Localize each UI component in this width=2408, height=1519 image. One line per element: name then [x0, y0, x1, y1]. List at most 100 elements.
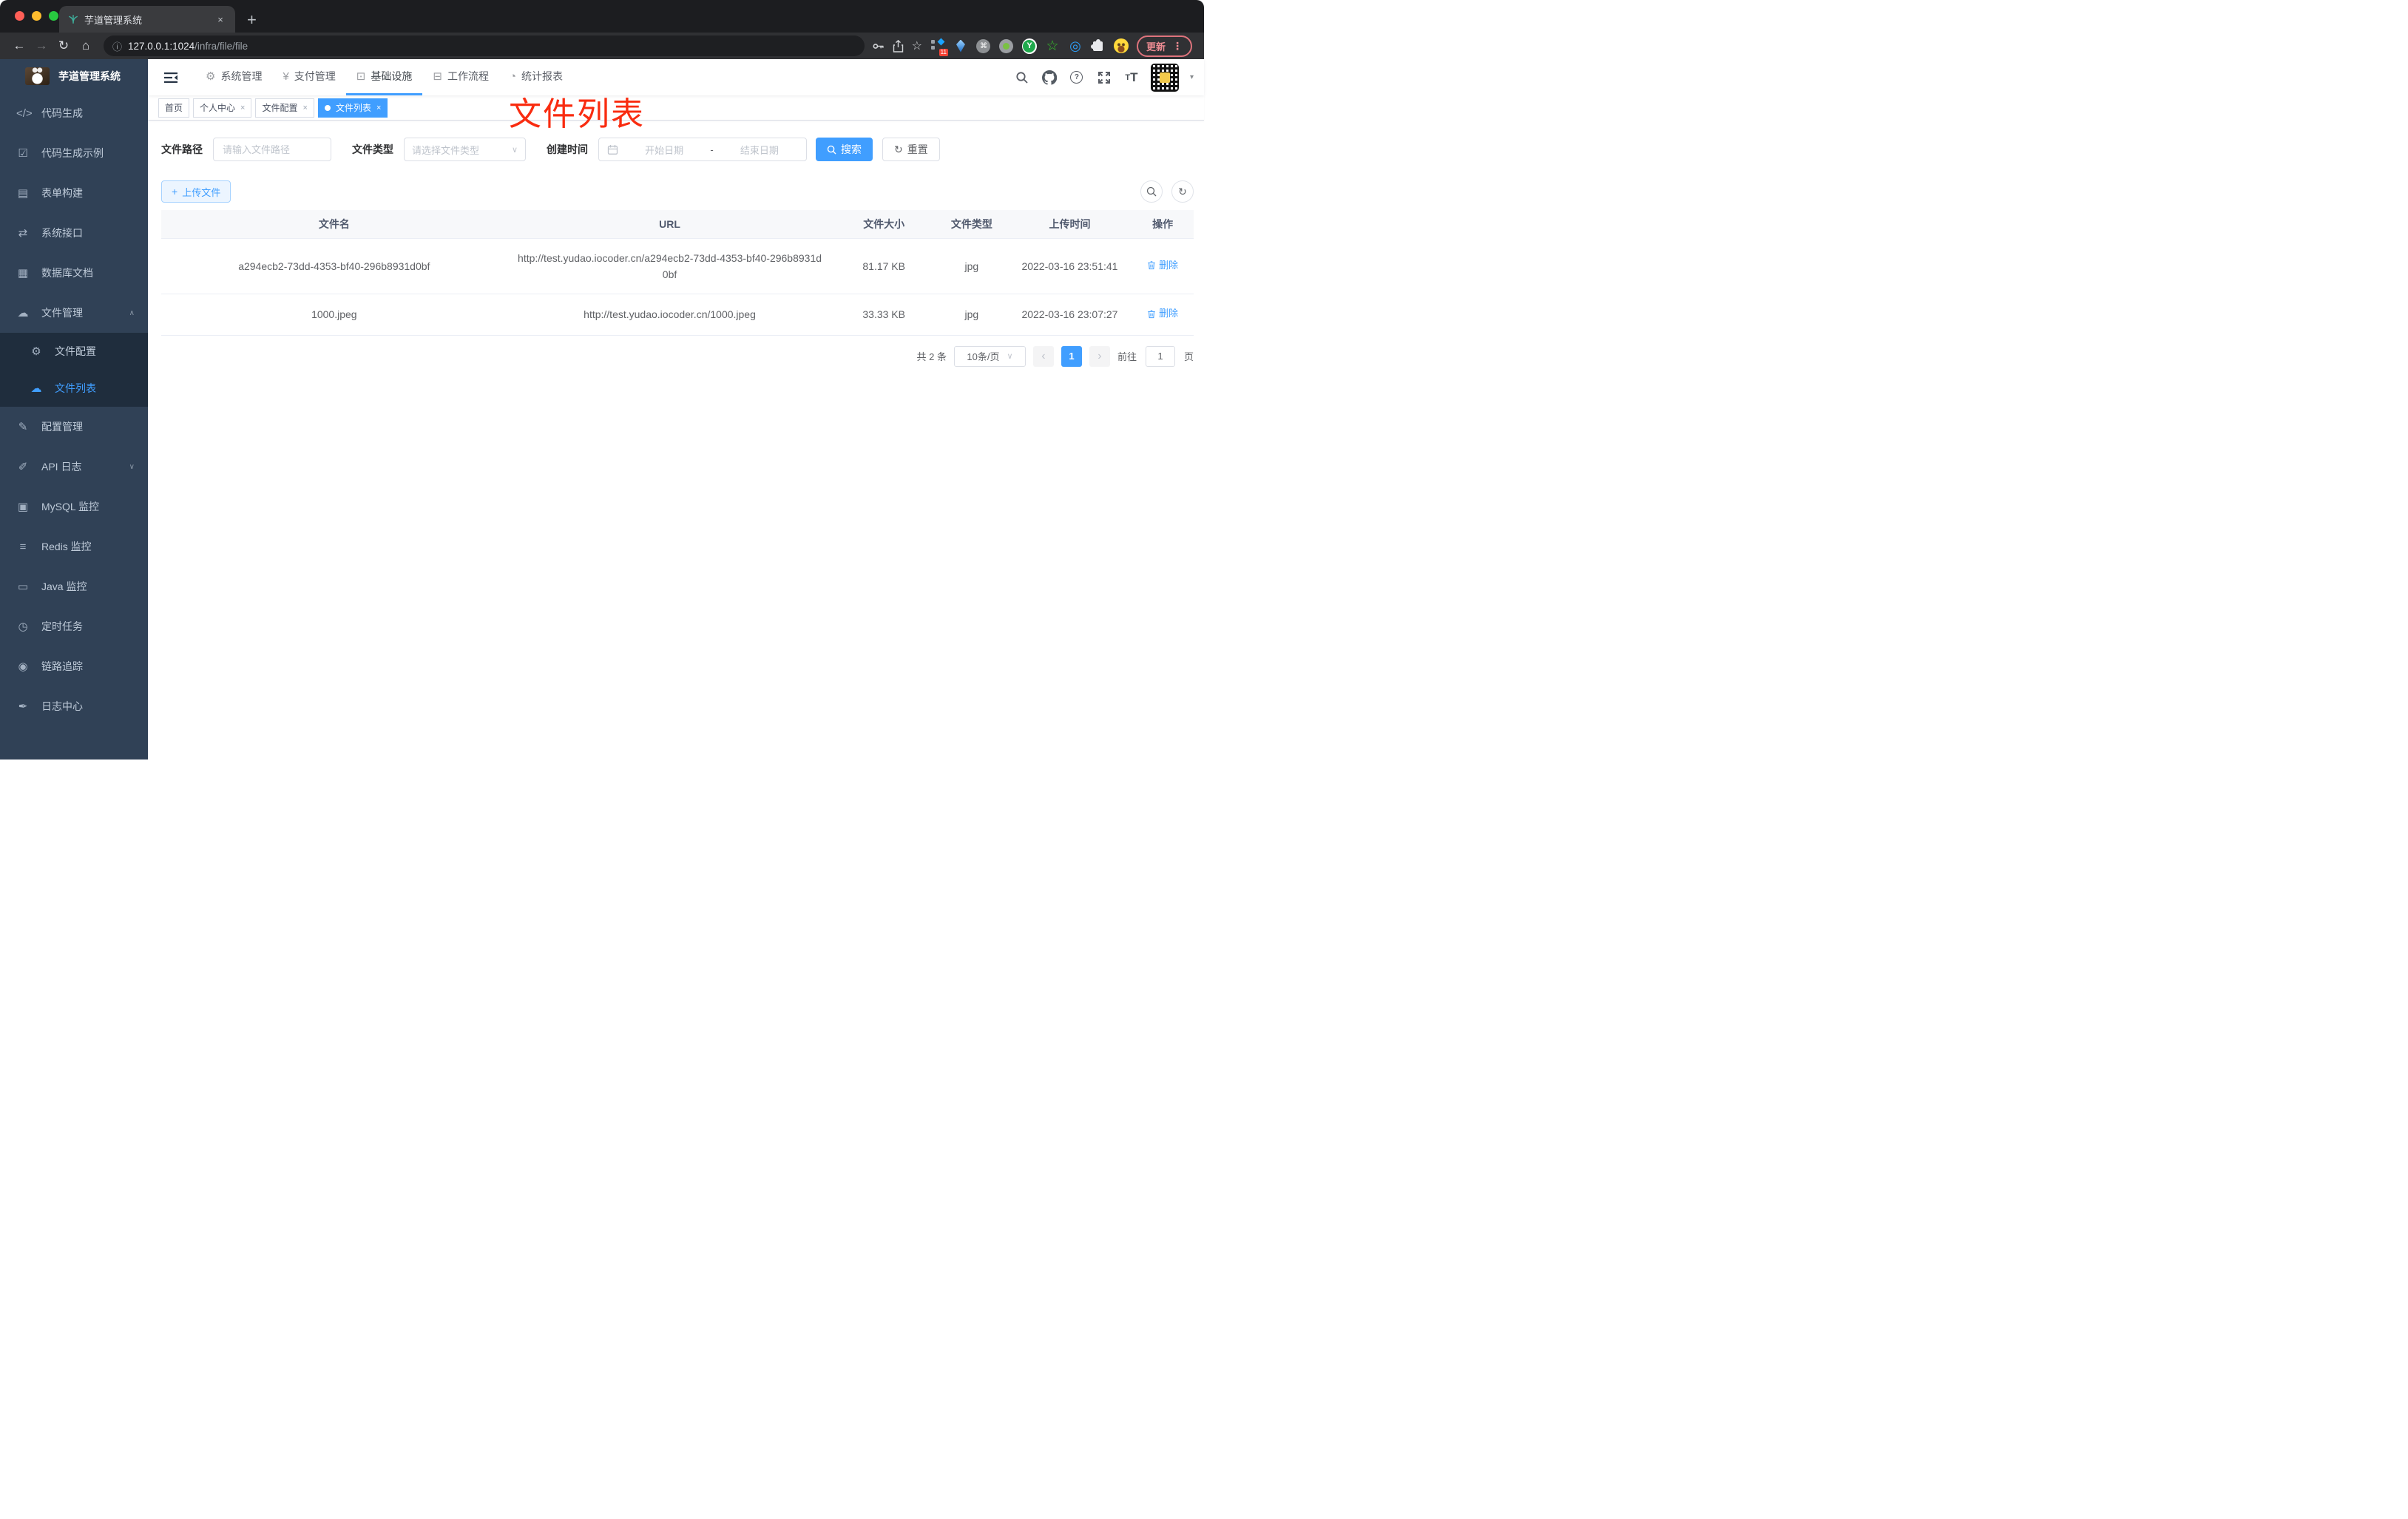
- sidebar-item-trace[interactable]: ◉ 链路追踪: [0, 646, 148, 686]
- sidebar-item-file-management[interactable]: ☁ 文件管理 ∧: [0, 293, 148, 333]
- extension-eye-icon[interactable]: ◎: [1068, 38, 1083, 54]
- minimize-window-button[interactable]: [32, 11, 41, 21]
- tag-file-config[interactable]: 文件配置 ×: [255, 98, 314, 118]
- url-host: 127.0.0.1:1024: [128, 40, 195, 52]
- avatar-dropdown-icon[interactable]: ▾: [1190, 73, 1194, 81]
- page-1-button[interactable]: 1: [1061, 345, 1082, 367]
- github-icon[interactable]: [1041, 70, 1058, 86]
- sidebar-item-system-api[interactable]: ⇄ 系统接口: [0, 213, 148, 253]
- gear-icon: ⚙: [206, 70, 216, 83]
- browser-tab[interactable]: 芋道管理系统 ×: [59, 6, 235, 33]
- delete-button[interactable]: 删除: [1147, 257, 1178, 274]
- sidebar-logo[interactable]: 芋道管理系统: [0, 59, 148, 93]
- extension-star-icon[interactable]: ☆: [1045, 38, 1060, 54]
- sidebar: 芋道管理系统 </> 代码生成 ☑ 代码生成示例 ▤ 表单构建 ⇄ 系统接口 ▦…: [0, 59, 148, 760]
- extension-grid-icon[interactable]: 11: [930, 38, 948, 56]
- sidebar-item-label: 数据库文档: [41, 267, 93, 279]
- date-range-picker[interactable]: 开始日期 - 结束日期: [598, 138, 807, 161]
- page-size-select[interactable]: 10条/页 ∨: [953, 345, 1026, 367]
- help-icon[interactable]: ?: [1069, 70, 1085, 86]
- close-icon[interactable]: ×: [240, 104, 245, 112]
- sidebar-item-code-demo[interactable]: ☑ 代码生成示例: [0, 133, 148, 173]
- fullscreen-icon[interactable]: [1096, 70, 1112, 86]
- start-date-placeholder[interactable]: 开始日期: [626, 143, 703, 157]
- site-info-icon[interactable]: ⓘ: [112, 39, 122, 53]
- sidebar-item-mysql-monitor[interactable]: ▣ MySQL 监控: [0, 487, 148, 527]
- monitor-check-icon: ⊡: [356, 70, 366, 83]
- top-menu-workflow[interactable]: ⊟ 工作流程: [422, 59, 499, 95]
- app-title: 芋道管理系统: [58, 70, 121, 82]
- sidebar-item-form-builder[interactable]: ▤ 表单构建: [0, 173, 148, 213]
- bookmark-star-icon[interactable]: ☆: [912, 38, 922, 53]
- font-size-icon[interactable]: TT: [1123, 70, 1140, 86]
- top-menu-infrastructure[interactable]: ⊡ 基础设施: [345, 59, 423, 95]
- new-tab-button[interactable]: +: [247, 12, 257, 28]
- update-label: 更新: [1146, 41, 1166, 53]
- search-icon: [827, 145, 836, 155]
- end-date-placeholder[interactable]: 结束日期: [721, 143, 798, 157]
- reset-button[interactable]: ↻ 重置: [882, 138, 940, 161]
- sidebar-item-api-log[interactable]: ✐ API 日志 ∨: [0, 447, 148, 487]
- top-menu-system[interactable]: ⚙ 系统管理: [195, 59, 272, 95]
- goto-page-input[interactable]: [1145, 345, 1175, 367]
- goto-label: 前往: [1117, 351, 1137, 362]
- browser-menu-icon[interactable]: ⋮: [1172, 40, 1183, 53]
- back-icon[interactable]: ←: [9, 35, 30, 56]
- home-icon[interactable]: ⌂: [75, 35, 96, 56]
- file-type-select[interactable]: 请选择文件类型 ∨: [404, 138, 526, 161]
- refresh-table-button[interactable]: ↻: [1171, 180, 1194, 203]
- search-icon[interactable]: [1014, 70, 1030, 86]
- sidebar-item-label: 定时任务: [41, 620, 83, 632]
- sidebar-item-code-gen[interactable]: </> 代码生成: [0, 93, 148, 133]
- prev-page-button[interactable]: ‹: [1032, 345, 1054, 367]
- screen: 芋道管理系统 × + ← → ↻ ⌂ ⓘ 127.0.0.1:1024/infr…: [0, 0, 1204, 760]
- browser-update-button[interactable]: 更新 ⋮: [1136, 35, 1192, 57]
- table-row: a294ecb2-73dd-4353-bf40-296b8931d0bf htt…: [161, 238, 1194, 294]
- sidebar-item-file-list[interactable]: ☁ 文件列表: [0, 370, 148, 407]
- sidebar-item-java-monitor[interactable]: ▭ Java 监控: [0, 566, 148, 606]
- top-menu-payment[interactable]: ¥ 支付管理: [272, 59, 345, 95]
- tag-file-list[interactable]: 文件列表 ×: [317, 98, 388, 118]
- extension-command-icon[interactable]: ⌘: [976, 38, 991, 54]
- briefcase-icon: ⊟: [433, 70, 442, 83]
- delete-label: 删除: [1159, 308, 1179, 319]
- extension-dot-icon[interactable]: [999, 38, 1014, 54]
- forward-icon[interactable]: →: [31, 35, 52, 56]
- sidebar-item-db-doc[interactable]: ▦ 数据库文档: [0, 253, 148, 293]
- extension-puzzle-icon[interactable]: [1091, 38, 1106, 54]
- tag-profile[interactable]: 个人中心 ×: [193, 98, 252, 118]
- extension-kite-icon[interactable]: [953, 38, 968, 54]
- next-page-button[interactable]: ›: [1089, 345, 1110, 367]
- upload-file-button[interactable]: + 上传文件: [161, 180, 231, 203]
- sidebar-item-config-management[interactable]: ✎ 配置管理: [0, 407, 148, 447]
- address-bar[interactable]: ⓘ 127.0.0.1:1024/infra/file/file: [104, 35, 865, 56]
- browser-tabstrip: 芋道管理系统 × +: [0, 0, 1204, 33]
- sidebar-item-redis-monitor[interactable]: ≡ Redis 监控: [0, 527, 148, 566]
- table-row: 1000.jpeg http://test.yudao.iocoder.cn/1…: [161, 294, 1194, 336]
- show-search-button[interactable]: [1140, 180, 1163, 203]
- header-actions: ? TT ▾: [1014, 63, 1194, 92]
- tag-home[interactable]: 首页: [158, 98, 190, 118]
- col-upload-time: 上传时间: [1007, 210, 1132, 239]
- tag-label: 文件列表: [335, 103, 371, 113]
- close-icon[interactable]: ×: [376, 104, 381, 112]
- delete-button[interactable]: 删除: [1147, 305, 1178, 322]
- profile-emoji-avatar[interactable]: [1113, 38, 1129, 54]
- reload-icon[interactable]: ↻: [53, 35, 74, 56]
- sidebar-item-label: Java 监控: [41, 581, 87, 592]
- user-avatar[interactable]: [1150, 63, 1179, 92]
- tab-close-icon[interactable]: ×: [214, 14, 226, 25]
- close-icon[interactable]: ×: [302, 104, 307, 112]
- password-key-icon[interactable]: [872, 40, 885, 53]
- refresh-icon: ↻: [894, 143, 903, 155]
- sidebar-collapse-icon[interactable]: [158, 65, 183, 90]
- close-window-button[interactable]: [15, 11, 24, 21]
- zoom-window-button[interactable]: [49, 11, 58, 21]
- extension-y-icon[interactable]: Y: [1021, 38, 1037, 54]
- sidebar-item-scheduled-tasks[interactable]: ◷ 定时任务: [0, 606, 148, 646]
- sidebar-item-file-config[interactable]: ⚙ 文件配置: [0, 333, 148, 370]
- file-path-input[interactable]: [213, 138, 331, 161]
- search-button[interactable]: 搜索: [816, 138, 873, 161]
- share-icon[interactable]: [893, 39, 904, 53]
- sidebar-item-log-center[interactable]: ✒ 日志中心: [0, 686, 148, 726]
